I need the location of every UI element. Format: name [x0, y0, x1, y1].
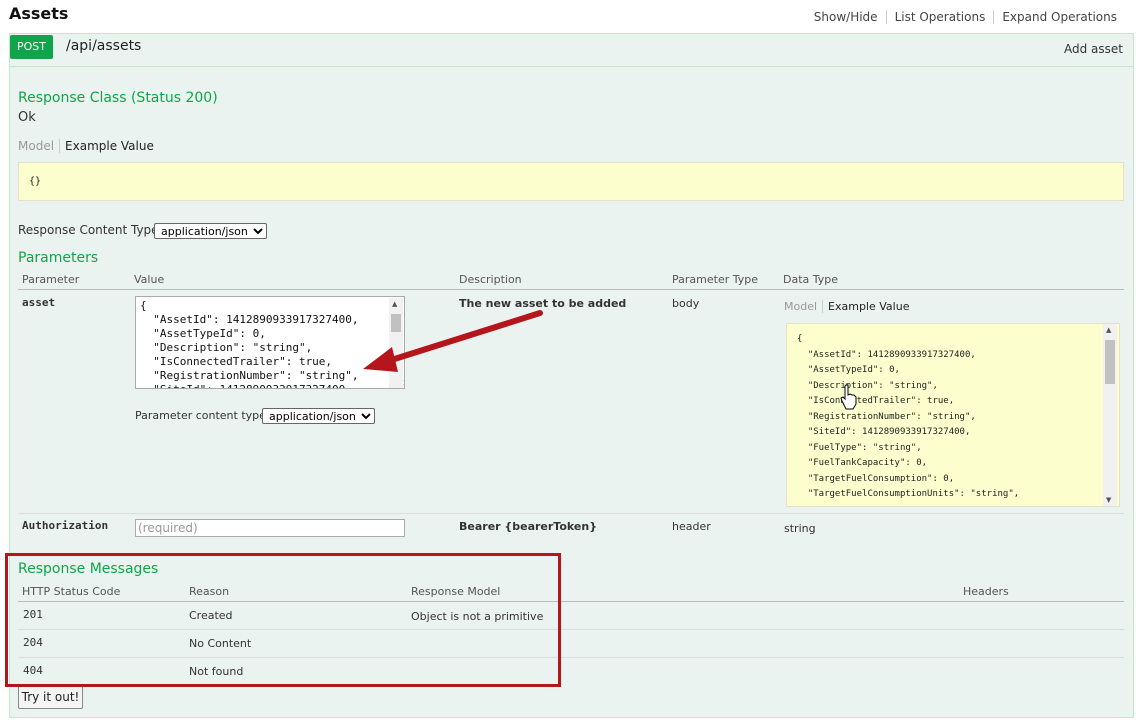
- resource-title[interactable]: Assets: [9, 4, 68, 23]
- data-type-example-tab[interactable]: Example Value: [823, 300, 909, 313]
- response-row-divider: [18, 629, 1124, 630]
- param-content-type-label: Parameter content type:: [135, 409, 270, 422]
- param-row-divider: [18, 513, 1124, 514]
- try-it-out-button[interactable]: Try it out!: [18, 685, 83, 709]
- operation-panel: POST /api/assets Add asset Response Clas…: [9, 33, 1134, 718]
- list-operations-link[interactable]: List Operations: [885, 10, 994, 24]
- show-hide-link[interactable]: Show/Hide: [806, 10, 886, 24]
- data-type-model-tab[interactable]: Model: [784, 300, 824, 313]
- response-row-model: Object is not a primitive: [411, 610, 544, 623]
- col-http-status: HTTP Status Code: [22, 585, 121, 598]
- response-row-reason: No Content: [189, 637, 252, 650]
- response-class-example: {}: [18, 162, 1124, 201]
- responses-header-divider: [18, 601, 1124, 602]
- operation-summary[interactable]: Add asset: [1064, 42, 1123, 56]
- param-asset-description: The new asset to be added: [459, 297, 627, 310]
- sample-scroll-thumb[interactable]: [1105, 340, 1115, 384]
- sample-scrollbar[interactable]: ▲ ▼: [1103, 324, 1117, 506]
- method-badge[interactable]: POST: [10, 35, 53, 59]
- scroll-up-icon[interactable]: ▲: [392, 300, 397, 308]
- example-value-tab[interactable]: Example Value: [60, 139, 154, 153]
- col-response-model: Response Model: [411, 585, 501, 598]
- sample-scroll-up-icon[interactable]: ▲: [1106, 326, 1111, 334]
- resource-links: Show/Hide List Operations Expand Operati…: [806, 10, 1125, 24]
- model-tab[interactable]: Model: [18, 139, 61, 153]
- param-authorization-name: Authorization: [22, 519, 109, 532]
- col-reason: Reason: [189, 585, 230, 598]
- response-class-example-text: {}: [29, 176, 42, 187]
- col-parameter-type: Parameter Type: [672, 273, 758, 286]
- param-authorization-datatype: string: [784, 522, 816, 535]
- param-content-type-select[interactable]: application/json: [262, 408, 375, 424]
- data-type-tabs: Model Example Value: [784, 300, 909, 313]
- response-row-reason: Created: [189, 609, 233, 622]
- col-data-type: Data Type: [783, 273, 839, 286]
- response-row-code: 404: [23, 664, 43, 677]
- col-headers: Headers: [963, 585, 1009, 598]
- response-row-reason: Not found: [189, 665, 244, 678]
- response-class-tabs: Model Example Value: [18, 139, 154, 153]
- response-content-type-select[interactable]: application/json: [154, 223, 267, 239]
- textarea-scroll-thumb[interactable]: [391, 314, 401, 332]
- response-content-type-label: Response Content Type: [18, 223, 159, 237]
- response-class-heading: Response Class (Status 200): [18, 90, 218, 106]
- param-asset-type: body: [672, 297, 700, 310]
- authorization-input[interactable]: [135, 519, 405, 537]
- parameters-heading: Parameters: [18, 250, 99, 266]
- textarea-scrollbar[interactable]: ▲: [389, 298, 403, 388]
- sample-scroll-down-icon[interactable]: ▼: [1106, 496, 1111, 504]
- param-asset-name: asset: [22, 296, 56, 309]
- hand-cursor-icon: [840, 384, 857, 410]
- parameters-header-divider: [18, 289, 1124, 290]
- response-row-code: 204: [23, 636, 43, 649]
- response-messages-heading: Response Messages: [18, 561, 159, 577]
- col-parameter: Parameter: [22, 273, 80, 286]
- operation-path[interactable]: /api/assets: [66, 38, 141, 54]
- expand-operations-link[interactable]: Expand Operations: [993, 10, 1125, 24]
- response-row-divider: [18, 657, 1124, 658]
- param-authorization-description: Bearer {bearerToken}: [459, 520, 598, 533]
- asset-body-textarea[interactable]: { "AssetId": 1412890933917327400, "Asset…: [135, 296, 405, 389]
- response-row-code: 201: [23, 608, 43, 621]
- operation-heading[interactable]: POST /api/assets Add asset: [10, 34, 1133, 67]
- data-type-sample[interactable]: { "AssetId": 1412890933917327400, "Asset…: [786, 323, 1120, 507]
- col-description: Description: [459, 273, 522, 286]
- param-authorization-type: header: [672, 520, 711, 533]
- col-value: Value: [134, 273, 165, 286]
- response-class-text: Ok: [18, 110, 36, 125]
